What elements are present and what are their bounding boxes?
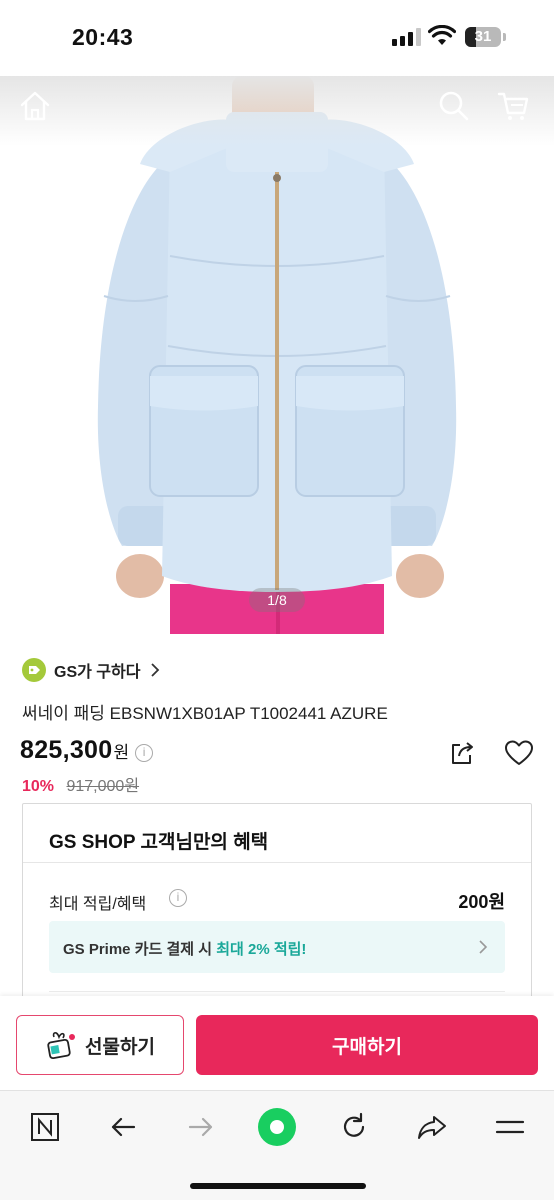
status-time: 20:43 [72,24,134,50]
gs-tag-icon [22,658,46,682]
prime-card-text: GS Prime 카드 결제 시 최대 2% 적립! [63,938,306,959]
prime-text-prefix: GS Prime 카드 결제 시 [63,941,217,958]
battery-tip [503,33,506,41]
product-image[interactable] [0,76,554,634]
divider [49,991,505,992]
price-row: 825,300 원 i [20,736,154,765]
share-icon[interactable] [448,739,476,767]
search-icon[interactable] [436,88,472,124]
benefit-info-icon[interactable]: i [169,889,187,907]
product-name: 써네이 패딩 EBSNW1XB01AP T1002441 AZURE [22,704,388,723]
price: 825,300 [20,736,113,764]
price-info-icon[interactable]: i [135,744,154,762]
jacket-photo [97,76,457,634]
reload-icon[interactable] [338,1111,370,1143]
home-indicator [190,1183,366,1189]
naver-n-icon[interactable] [29,1111,61,1143]
buy-button[interactable]: 구매하기 [196,1015,538,1075]
max-benefit-label: 최대 적립/혜택 [49,896,147,913]
price-unit: 원 [113,743,130,762]
gift-icon [47,1032,76,1060]
chevron-right-icon [479,940,488,954]
brand-label: GS가 구하다 [54,664,141,681]
heart-icon[interactable] [504,739,534,767]
cart-icon[interactable] [496,88,532,124]
wifi-icon [428,25,456,45]
forward-arrow-icon[interactable] [185,1111,217,1143]
benefit-title: GS SHOP 고객님만의 혜택 [49,832,269,853]
status-bar: 20:43 31 [0,0,554,76]
battery-icon: 31 [465,27,501,47]
share-arrow-icon[interactable] [416,1111,448,1143]
gift-label: 선물하기 [85,1036,155,1058]
discount-rate: 10% [22,778,55,795]
divider [23,862,531,863]
prime-card-banner[interactable]: GS Prime 카드 결제 시 최대 2% 적립! [49,921,505,973]
original-price: 917,000원 [66,778,140,795]
image-counter: 1/8 [249,588,305,612]
brand-link[interactable]: GS가 구하다 [22,656,162,684]
green-dot-icon[interactable] [257,1107,297,1147]
menu-icon[interactable] [494,1111,526,1143]
chevron-right-icon [151,663,160,677]
gift-button[interactable]: 선물하기 [16,1015,184,1075]
signal-icon [392,28,422,46]
back-arrow-icon[interactable] [107,1111,139,1143]
prime-text-highlight: 최대 2% 적립! [216,941,307,958]
battery-percent: 31 [474,28,492,45]
purchase-bar: 선물하기 구매하기 [0,996,554,1090]
max-benefit-value: 200원 [458,892,505,912]
discount-row: 10% 917,000원 [22,772,139,796]
home-icon[interactable] [17,88,53,124]
